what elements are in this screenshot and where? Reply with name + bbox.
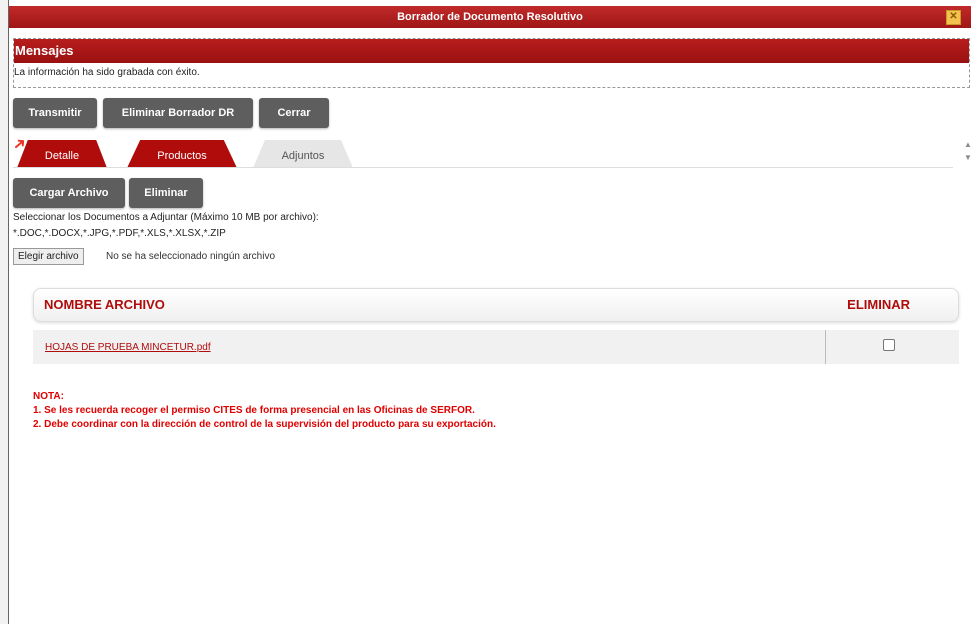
tab-divider [13, 167, 953, 168]
tab-detalle[interactable]: Detalle [17, 140, 107, 168]
delete-checkbox[interactable] [883, 339, 895, 351]
delete-draft-button[interactable]: Eliminar Borrador DR [103, 98, 253, 128]
notes-title: NOTA: [33, 391, 64, 402]
attachment-instruction: Seleccionar los Documentos a Adjuntar (M… [13, 212, 319, 223]
messages-panel: Mensajes La información ha sido grabada … [13, 38, 970, 88]
messages-header: Mensajes [14, 39, 969, 63]
dialog-window: Borrador de Documento Resolutivo ✕ Mensa… [8, 0, 973, 624]
attachments-table: NOMBRE ARCHIVO ELIMINAR HOJAS DE PRUEBA … [33, 288, 959, 364]
allowed-types: *.DOC,*.DOCX,*.JPG,*.PDF,*.XLS,*.XLSX,*.… [13, 228, 226, 239]
note-line-2: 2. Debe coordinar con la dirección de co… [33, 419, 496, 430]
header-delete: ELIMINAR [847, 297, 910, 312]
file-link[interactable]: HOJAS DE PRUEBA MINCETUR.pdf [45, 342, 211, 353]
delete-file-button[interactable]: Eliminar [129, 178, 203, 208]
transmit-button[interactable]: Transmitir [13, 98, 97, 128]
upload-file-button[interactable]: Cargar Archivo [13, 178, 125, 208]
no-file-selected: No se ha seleccionado ningún archivo [106, 251, 275, 262]
note-line-1: 1. Se les recuerda recoger el permiso CI… [33, 405, 475, 416]
header-file-name: NOMBRE ARCHIVO [44, 297, 165, 312]
window-title: Borrador de Documento Resolutivo [397, 11, 583, 23]
table-row: HOJAS DE PRUEBA MINCETUR.pdf [33, 330, 959, 364]
success-message: La información ha sido grabada con éxito… [14, 67, 200, 78]
tab-adjuntos[interactable]: Adjuntos [253, 140, 353, 168]
scroll-arrows[interactable]: ▲ ▼ [963, 138, 973, 164]
column-divider [825, 330, 826, 364]
close-button[interactable]: Cerrar [259, 98, 329, 128]
notes-block: NOTA: 1. Se les recuerda recoger el perm… [33, 390, 496, 432]
tab-productos[interactable]: Productos [127, 140, 237, 168]
close-icon[interactable]: ✕ [946, 10, 961, 25]
title-bar: Borrador de Documento Resolutivo ✕ [9, 6, 971, 28]
table-header: NOMBRE ARCHIVO ELIMINAR [33, 288, 959, 322]
choose-file-button[interactable]: Elegir archivo [13, 248, 84, 265]
